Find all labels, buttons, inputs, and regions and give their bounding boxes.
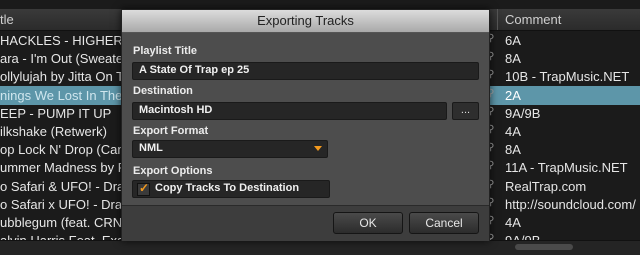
dialog-titlebar[interactable]: Exporting Tracks (122, 10, 489, 33)
track-comment: 2A (505, 87, 521, 103)
scrollbar-thumb[interactable] (515, 244, 573, 250)
track-comment: 8A (505, 142, 521, 158)
playlist-title-value: A State Of Trap ep 25 (139, 64, 250, 76)
dialog-footer: OK Cancel (122, 205, 489, 241)
destination-label: Destination (133, 85, 193, 97)
browse-destination-button[interactable]: ... (452, 102, 479, 120)
export-format-dropdown[interactable]: NML (132, 140, 328, 158)
column-divider[interactable] (497, 9, 498, 30)
copy-tracks-label: Copy Tracks To Destination (155, 182, 300, 194)
checkmark-icon: ✓ (139, 181, 150, 195)
track-comment: 9A/9B (505, 105, 541, 121)
track-comment: 8A (505, 51, 521, 67)
chevron-down-icon (314, 146, 322, 151)
export-format-label: Export Format (133, 125, 209, 137)
checkbox-box[interactable]: ✓ (137, 181, 150, 196)
track-comment: RealTrap.com (505, 178, 587, 194)
playlist-title-label: Playlist Title (133, 45, 197, 57)
track-comment: 10B - TrapMusic.NET (505, 69, 630, 85)
title-column-header[interactable]: tle (0, 12, 14, 27)
track-comment: 4A (505, 215, 521, 230)
cancel-button[interactable]: Cancel (409, 212, 479, 234)
track-comment: 4A (505, 124, 521, 139)
comment-column-header[interactable]: Comment (505, 12, 561, 27)
destination-value: Macintosh HD (139, 104, 213, 116)
track-comment: 6A (505, 33, 521, 48)
ok-button[interactable]: OK (333, 212, 403, 234)
track-comment: http://soundcloud.com/ (505, 196, 636, 212)
export-format-value: NML (139, 142, 163, 154)
export-options-label: Export Options (133, 165, 213, 177)
dialog-title: Exporting Tracks (257, 13, 354, 28)
exporting-tracks-dialog: Exporting Tracks Playlist Title A State … (121, 9, 490, 241)
track-comment: 11A - TrapMusic.NET (505, 160, 628, 176)
copy-tracks-checkbox[interactable]: ✓ Copy Tracks To Destination (132, 180, 330, 198)
destination-field[interactable]: Macintosh HD (132, 102, 447, 120)
playlist-title-input[interactable]: A State Of Trap ep 25 (132, 62, 479, 80)
horizontal-scrollbar[interactable] (0, 240, 640, 255)
